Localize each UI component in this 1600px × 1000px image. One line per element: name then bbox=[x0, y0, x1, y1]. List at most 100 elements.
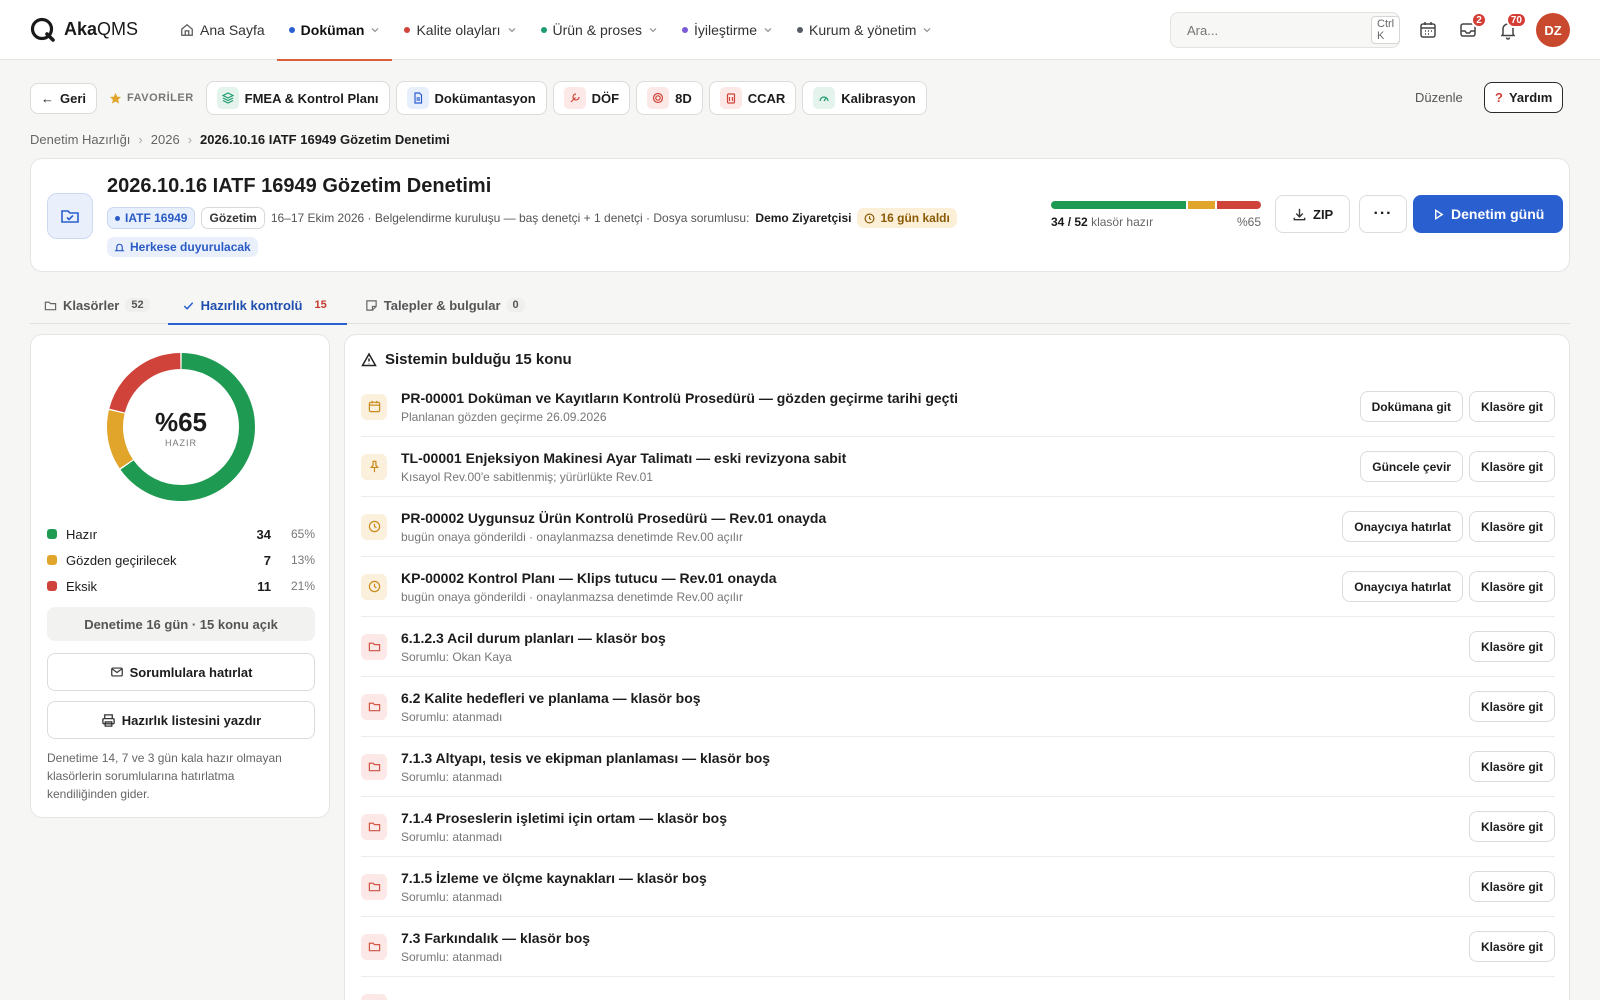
calendar-icon bbox=[361, 393, 387, 420]
more-options-button[interactable]: ··· bbox=[1359, 195, 1407, 233]
go-to-folder-button[interactable]: Klasöre git bbox=[1468, 451, 1555, 482]
fav-fmea[interactable]: FMEA & Kontrol Planı bbox=[205, 81, 390, 115]
issue-text: TL-00001 Enjeksiyon Makinesi Ayar Talima… bbox=[401, 450, 1360, 484]
progress-pct: %65 bbox=[1236, 215, 1261, 229]
chevron-down-icon bbox=[764, 27, 772, 32]
nav-dot bbox=[404, 26, 411, 33]
fav-calibration[interactable]: Kalibrasyon bbox=[802, 81, 927, 115]
issue-actions: Dokümana git Klasöre git bbox=[1359, 391, 1555, 422]
fav-documentation[interactable]: Dokümantasyon bbox=[395, 81, 547, 115]
go-to-folder-button[interactable]: Klasöre git bbox=[1468, 871, 1555, 902]
breadcrumb-current: 2026.10.16 IATF 16949 Gözetim Denetimi bbox=[200, 132, 450, 147]
nav-label: Kalite olayları bbox=[416, 21, 501, 38]
tab-readiness-check[interactable]: Hazırlık kontrolü 15 bbox=[167, 286, 347, 325]
nav-label: Doküman bbox=[300, 21, 365, 38]
calendar-button[interactable] bbox=[1418, 20, 1438, 40]
fav-ccar[interactable]: CCAR bbox=[708, 81, 797, 115]
issue-row: 5 boş klasör daha bbox=[361, 977, 1555, 1000]
announce-label: Herkese duyurulacak bbox=[130, 240, 251, 254]
announce-badge[interactable]: Herkese duyurulacak bbox=[107, 237, 258, 257]
breadcrumb-item[interactable]: 2026 bbox=[151, 132, 180, 147]
issue-action-button[interactable]: Dokümana git bbox=[1359, 391, 1463, 422]
go-to-folder-button[interactable]: Klasöre git bbox=[1468, 751, 1555, 782]
print-checklist-button[interactable]: Hazırlık listesini yazdır bbox=[47, 701, 315, 739]
issue-title: 6.1.2.3 Acil durum planları — klasör boş bbox=[401, 629, 666, 646]
nav-home[interactable]: Ana Sayfa bbox=[168, 0, 277, 60]
issue-action-button[interactable]: Güncele çevir bbox=[1360, 451, 1463, 482]
issue-actions: Klasöre git bbox=[1468, 691, 1555, 722]
issue-actions: Klasöre git bbox=[1468, 931, 1555, 962]
go-to-folder-button[interactable]: Klasöre git bbox=[1468, 931, 1555, 962]
donut-center: %65 HAZIR bbox=[105, 351, 257, 503]
print-label: Hazırlık listesini yazdır bbox=[121, 712, 262, 728]
search-input[interactable] bbox=[1187, 22, 1363, 38]
legend-row-missing: Eksik 11 21% bbox=[47, 573, 315, 599]
issue-action-button[interactable]: Onaycıya hatırlat bbox=[1342, 571, 1463, 602]
logo[interactable]: AkaQMS bbox=[30, 17, 138, 43]
nav-product-process[interactable]: Ürün & proses bbox=[529, 0, 670, 60]
issue-action-button[interactable]: Onaycıya hatırlat bbox=[1342, 511, 1463, 542]
legend-pct: 65% bbox=[290, 527, 315, 541]
audit-day-label: Denetim günü bbox=[1451, 206, 1545, 222]
standard-label: IATF 16949 bbox=[125, 211, 188, 225]
tab-count: 0 bbox=[506, 298, 525, 312]
wrench-icon bbox=[563, 87, 586, 109]
inbox-button[interactable]: 2 bbox=[1458, 12, 1487, 40]
folder-icon bbox=[361, 993, 387, 1000]
issues-panel: Sistemin bulduğu 15 konu PR-00001 Doküma… bbox=[344, 334, 1570, 1000]
legend-value: 34 bbox=[256, 526, 271, 542]
bell-icon bbox=[114, 243, 125, 251]
audit-day-button[interactable]: Denetim günü bbox=[1413, 195, 1564, 233]
issue-text: PR-00001 Doküman ve Kayıtların Kontrolü … bbox=[401, 390, 1360, 424]
issue-text: 7.1.3 Altyapı, tesis ve ekipman planlama… bbox=[401, 750, 1469, 784]
logo-text: AkaQMS bbox=[64, 19, 139, 39]
nav-improvement[interactable]: İyileştirme bbox=[670, 0, 785, 60]
go-to-folder-button[interactable]: Klasöre git bbox=[1468, 571, 1555, 602]
go-to-folder-button[interactable]: Klasöre git bbox=[1468, 391, 1555, 422]
back-button[interactable]: ← Geri bbox=[30, 82, 98, 114]
fav-8d[interactable]: 8D bbox=[636, 81, 703, 115]
issue-row: 7.3 Farkındalık — klasör boş Sorumlu: ata… bbox=[361, 917, 1555, 977]
notifications-button[interactable]: 70 bbox=[1498, 12, 1527, 40]
standard-badge: IATF 16949 bbox=[107, 207, 196, 229]
zip-download-button[interactable]: ZIP bbox=[1275, 195, 1351, 233]
clock-icon bbox=[361, 513, 387, 540]
back-label: Geri bbox=[60, 90, 87, 106]
issue-text: PR-00002 Uygunsuz Ürün Kontrolü Prosedür… bbox=[401, 510, 1342, 544]
issue-actions: Güncele çevir Klasöre git bbox=[1360, 451, 1555, 482]
issue-row: 7.1.5 İzleme ve ölçme kaynakları — klasö… bbox=[361, 857, 1555, 917]
breadcrumb-item[interactable]: Denetim Hazırlığı bbox=[30, 132, 130, 147]
breadcrumb: Denetim Hazırlığı › 2026 › 2026.10.16 IA… bbox=[30, 132, 450, 147]
tab-requests-findings[interactable]: Talepler & bulgular 0 bbox=[351, 286, 539, 324]
tab-folders[interactable]: Klasörler 52 bbox=[30, 286, 164, 324]
fav-label: FMEA & Kontrol Planı bbox=[244, 90, 379, 106]
folder-icon bbox=[44, 301, 57, 310]
calendar-icon bbox=[1420, 22, 1436, 38]
folder-check-icon bbox=[47, 193, 93, 239]
avatar[interactable]: DZ bbox=[1536, 13, 1570, 47]
nav-organization[interactable]: Kurum & yönetim bbox=[785, 0, 944, 60]
go-to-folder-button[interactable]: Klasöre git bbox=[1468, 631, 1555, 662]
go-to-folder-button[interactable]: Klasöre git bbox=[1468, 691, 1555, 722]
nav-dot bbox=[540, 26, 547, 33]
chevron-down-icon bbox=[923, 27, 931, 32]
search-box[interactable]: Ctrl K bbox=[1170, 12, 1401, 48]
help-button[interactable]: ? Yardım bbox=[1484, 82, 1564, 113]
help-label: Yardım bbox=[1508, 90, 1553, 105]
issue-row: TL-00001 Enjeksiyon Makinesi Ayar Talima… bbox=[361, 437, 1555, 497]
tab-bar: Klasörler 52 Hazırlık kontrolü 15 Talepl… bbox=[30, 286, 1570, 325]
issue-title: PR-00001 Doküman ve Kayıtların Kontrolü … bbox=[401, 389, 959, 406]
issue-text: 6.2 Kalite hedefleri ve planlama — klasö… bbox=[401, 690, 1469, 724]
nav-dot bbox=[681, 26, 688, 33]
legend-row-ready: Hazır 34 65% bbox=[47, 521, 315, 547]
favorites-label: FAVORİLER bbox=[109, 92, 194, 105]
audit-owner: Demo Ziyaretçisi bbox=[755, 211, 852, 225]
nav-document[interactable]: Doküman bbox=[276, 0, 393, 61]
remind-owners-button[interactable]: Sorumlulara hatırlat bbox=[47, 653, 315, 691]
nav-quality-events[interactable]: Kalite olayları bbox=[392, 0, 528, 60]
gauge-icon bbox=[813, 87, 836, 109]
fav-dof[interactable]: DÖF bbox=[552, 81, 631, 115]
go-to-folder-button[interactable]: Klasöre git bbox=[1468, 811, 1555, 842]
go-to-folder-button[interactable]: Klasöre git bbox=[1468, 511, 1555, 542]
edit-favorites-link[interactable]: Düzenle bbox=[1415, 90, 1463, 105]
